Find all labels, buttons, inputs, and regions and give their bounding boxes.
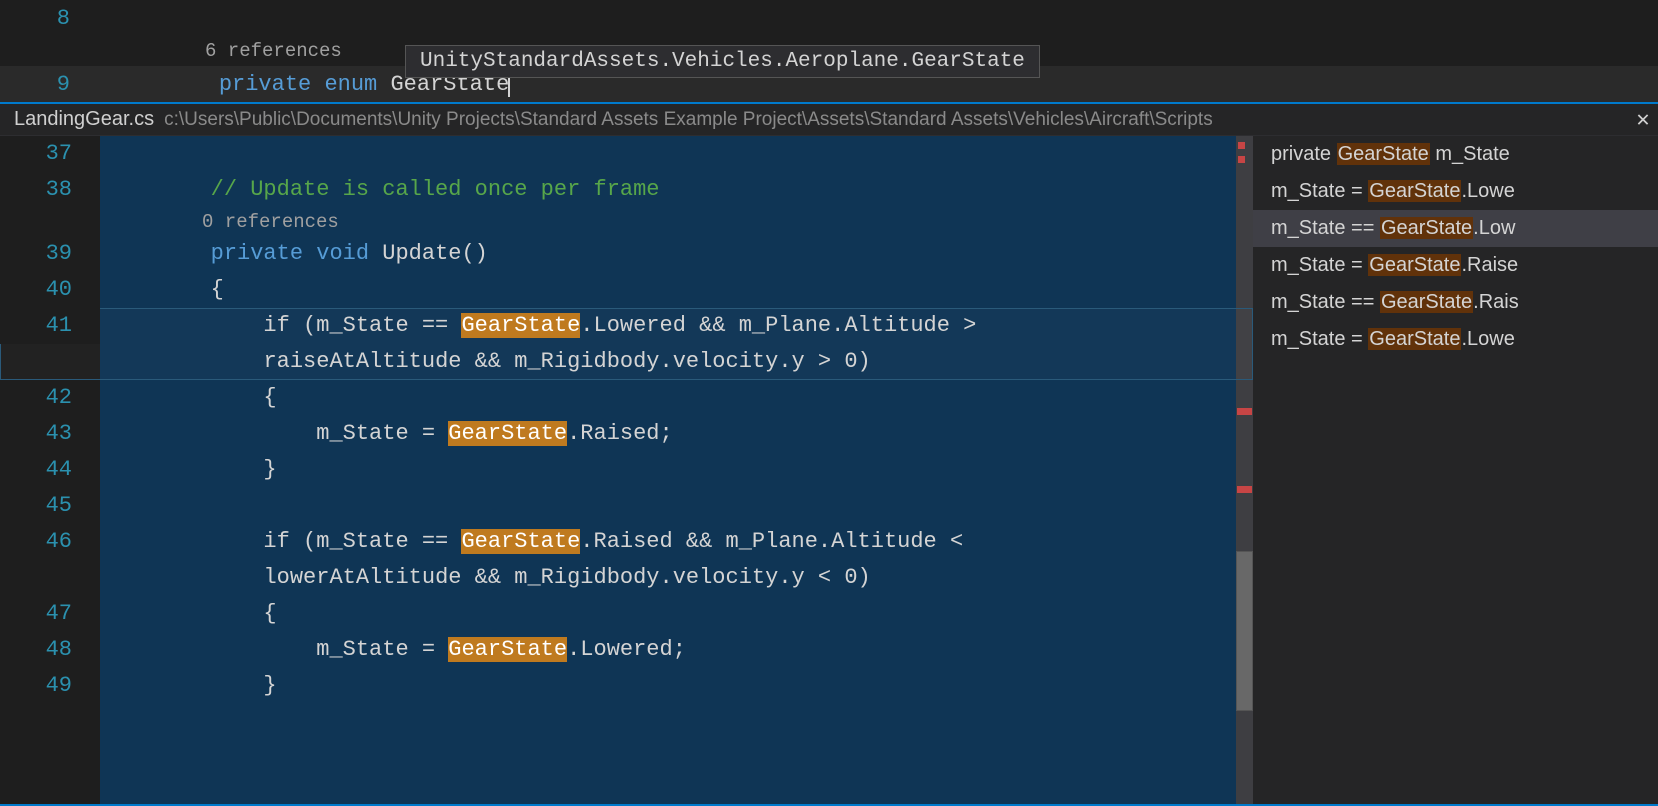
code-text: m_State = GearState.Lowered; — [100, 632, 1253, 668]
reference-item[interactable]: m_State = GearState.Raise — [1253, 247, 1658, 284]
code-text: { — [100, 380, 1253, 416]
line-number: 8 — [0, 6, 100, 31]
line-number: 43 — [0, 416, 100, 452]
line-number: 47 — [0, 596, 100, 632]
close-icon[interactable]: ✕ — [1628, 107, 1658, 133]
line-number: 48 — [0, 632, 100, 668]
code-line[interactable]: 8 — [0, 0, 1658, 36]
line-number: 38 — [0, 172, 100, 208]
code-text: { — [100, 272, 1253, 308]
reference-item[interactable]: m_State == GearState.Low — [1253, 210, 1658, 247]
definition-pane: 8 UnityStandardAssets.Vehicles.Aeroplane… — [0, 0, 1658, 102]
reference-item[interactable]: private GearState m_State — [1253, 136, 1658, 173]
reference-item[interactable]: m_State == GearState.Rais — [1253, 284, 1658, 321]
line-number: 42 — [0, 380, 100, 416]
peek-tab-row: LandingGear.cs c:\Users\Public\Documents… — [0, 104, 1658, 136]
code-text: if (m_State == GearState.Raised && m_Pla… — [100, 524, 1253, 596]
peek-references-pane: LandingGear.cs c:\Users\Public\Documents… — [0, 102, 1658, 806]
peek-code-viewer[interactable]: 37 38 // Update is called once per frame… — [0, 136, 1253, 804]
code-text: } — [100, 452, 1253, 488]
line-number: 44 — [0, 452, 100, 488]
symbol-tooltip: UnityStandardAssets.Vehicles.Aeroplane.G… — [405, 45, 1040, 78]
line-number: 46 — [0, 524, 100, 560]
line-number: 49 — [0, 668, 100, 704]
code-text: if (m_State == GearState.Lowered && m_Pl… — [100, 308, 1253, 380]
peek-tab-path: c:\Users\Public\Documents\Unity Projects… — [164, 109, 1628, 131]
code-text: } — [100, 668, 1253, 704]
line-number: 37 — [0, 136, 100, 172]
line-number: 41 — [0, 308, 100, 344]
code-text: // Update is called once per frame — [100, 172, 1253, 208]
line-number: 45 — [0, 488, 100, 524]
code-text: m_State = GearState.Raised; — [100, 416, 1253, 452]
reference-item[interactable]: m_State = GearState.Lowe — [1253, 321, 1658, 358]
line-number: 9 — [0, 72, 100, 97]
code-text: private void Update() — [100, 236, 1253, 272]
reference-list[interactable]: private GearState m_Statem_State = GearS… — [1253, 136, 1658, 804]
reference-item[interactable]: m_State = GearState.Lowe — [1253, 173, 1658, 210]
line-number: 39 — [0, 236, 100, 272]
current-line[interactable]: 41 if (m_State == GearState.Lowered && m… — [0, 308, 1253, 380]
codelens[interactable]: 0 references — [0, 208, 1253, 236]
code-text: { — [100, 596, 1253, 632]
peek-tab-filename[interactable]: LandingGear.cs — [0, 108, 164, 131]
line-number: 40 — [0, 272, 100, 308]
